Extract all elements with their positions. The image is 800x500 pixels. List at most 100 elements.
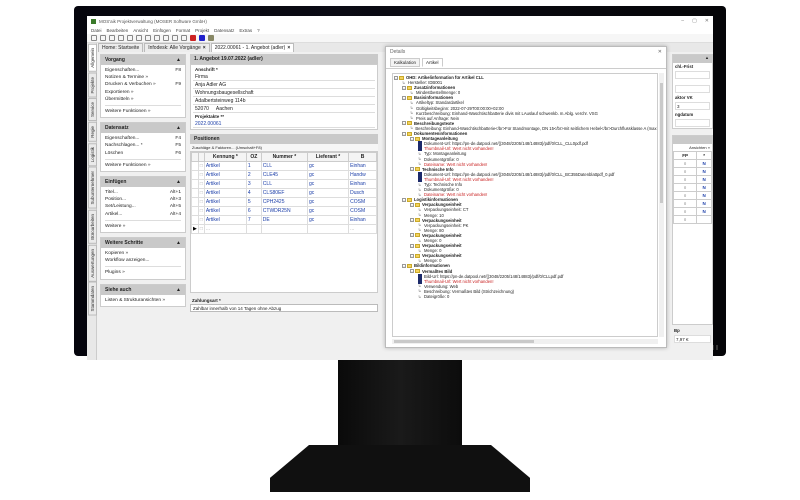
side-tab[interactable]: Allgemein [88, 44, 97, 72]
status-cell[interactable]: ○ [672, 191, 698, 200]
panel-item[interactable]: Löschen F6 [105, 150, 181, 157]
refresh-icon[interactable] [127, 35, 133, 41]
flag-cell[interactable] [696, 215, 712, 224]
grid-cell[interactable]: CLL [260, 161, 308, 171]
print-preview-icon[interactable] [163, 35, 169, 41]
menu-item[interactable]: Extras [239, 28, 252, 33]
grid-cell[interactable]: 2 [245, 170, 262, 180]
status-cell[interactable]: ○ [672, 215, 698, 224]
menu-item[interactable]: Datensatz [214, 28, 234, 33]
grid-cell[interactable]: CTWDR25N [260, 206, 308, 216]
grid-cell[interactable]: gc [306, 215, 350, 225]
address-line-3[interactable]: Wohnungsbaugesellschaft [193, 89, 375, 97]
panel-item[interactable]: Titel... Alt+1 [105, 189, 181, 196]
collapse-toggle-icon[interactable]: - [394, 75, 398, 80]
menu-item[interactable]: Ansicht [133, 28, 148, 33]
grid-cell[interactable]: Artikel [203, 179, 247, 189]
collapse-toggle-icon[interactable]: - [410, 218, 414, 223]
table-row[interactable]: ○ N [672, 199, 712, 208]
grid-cell[interactable]: Einhan [348, 161, 377, 171]
grid-cell[interactable]: 7 [245, 215, 262, 225]
collapse-toggle-icon[interactable]: - [410, 202, 414, 207]
table-row[interactable]: □ Artikel 4 CLS80EF gc Dusch [191, 188, 377, 198]
new-row[interactable]: ▶ □...... [191, 224, 377, 234]
collapse-icon[interactable]: ▲ [176, 240, 181, 246]
grid-cell[interactable]: CLE45 [260, 170, 308, 180]
table-row[interactable]: ○ N [672, 183, 712, 192]
grid-cell[interactable]: gc [306, 161, 350, 171]
flag-cell[interactable]: N [696, 191, 712, 200]
table-row[interactable]: □ Artikel 1 CLL gc Einhan [191, 161, 377, 171]
column-header[interactable]: B [348, 152, 377, 162]
grid-cell[interactable]: ... [348, 224, 377, 234]
tab-infodesk[interactable]: Infodesk: Alle Vorgänge × [144, 43, 210, 52]
collapse-toggle-icon[interactable]: - [410, 167, 414, 172]
grid-cell[interactable]: CLS80EF [260, 188, 308, 198]
grid-cell[interactable]: CLL [260, 179, 308, 189]
mail-icon[interactable] [109, 35, 115, 41]
collapse-toggle-icon[interactable]: - [402, 95, 406, 100]
table-row[interactable]: ○ N [672, 175, 712, 184]
grid-cell[interactable]: 3 [245, 179, 262, 189]
save-icon[interactable] [181, 35, 187, 41]
panel-item[interactable]: Nachschlagen... * F5 [105, 142, 181, 149]
more-functions-link[interactable]: Weitere Funktionen » [105, 162, 181, 169]
panel-item[interactable]: Listen & Strukturansichten » [105, 297, 181, 304]
status-cell[interactable]: ○ [672, 167, 698, 176]
more-functions-link[interactable]: Weitere Funktionen » [105, 108, 181, 115]
collapse-toggle-icon[interactable]: - [402, 121, 406, 126]
dialog-close-icon[interactable]: ✕ [658, 49, 662, 55]
scroll-thumb[interactable] [660, 83, 663, 203]
table-row[interactable]: ○ N [672, 191, 712, 200]
collapse-toggle-icon[interactable]: - [402, 131, 406, 136]
panel-header[interactable]: Einfügen ▲ [101, 177, 185, 188]
horizontal-scrollbar[interactable] [392, 339, 658, 344]
collapse-icon[interactable]: ▲ [176, 179, 181, 185]
panel-header[interactable]: Siehe auch ▲ [101, 284, 185, 295]
grid-cell[interactable]: Einhan [348, 215, 377, 225]
panel-header[interactable]: Datensatz ▲ [101, 123, 185, 134]
table-row[interactable]: □ Artikel 5 CPH2425 gc COSM [191, 197, 377, 207]
side-tab[interactable]: Büroarbeiten [88, 209, 97, 244]
collapse-toggle-icon[interactable]: - [410, 233, 414, 238]
grid-cell[interactable]: DE [260, 215, 308, 225]
side-tab[interactable]: Stammdaten [88, 282, 97, 316]
collapse-icon[interactable]: ▲ [176, 57, 181, 63]
tab-home[interactable]: Home: Startseite [98, 43, 144, 52]
column-header[interactable]: Lieferant * [306, 152, 350, 162]
more-functions-link[interactable]: Weitere » [105, 223, 181, 230]
arrow-up-icon[interactable] [145, 35, 151, 41]
tree-node[interactable]: ↳ Dateigröße: 0 [394, 294, 656, 299]
side-tab[interactable]: Auswertungen [88, 244, 97, 282]
grid-cell[interactable]: COSM [348, 197, 377, 207]
grid-cell[interactable]: Artikel [203, 161, 247, 171]
table-row[interactable]: □ Artikel 7 DE gc Einhan [191, 215, 377, 225]
menu-item[interactable]: Einfügen [153, 28, 171, 33]
status-cell[interactable]: ○ [672, 183, 698, 192]
grid-cell[interactable]: Artikel [203, 197, 247, 207]
collapse-icon[interactable]: ▲ [673, 55, 712, 63]
collapse-toggle-icon[interactable]: - [410, 253, 414, 258]
table-row[interactable]: □ Artikel 2 CLE45 gc Handw [191, 170, 377, 180]
maximize-button[interactable]: ▢ [692, 18, 697, 24]
table-row[interactable]: □ Artikel 3 CLL gc Einhan [191, 179, 377, 189]
undo-icon[interactable] [118, 35, 124, 41]
flag-cell[interactable]: N [696, 159, 712, 168]
close-button[interactable]: ✕ [705, 18, 709, 24]
grid-cell[interactable]: 4 [245, 188, 262, 198]
search-icon[interactable] [100, 35, 106, 41]
grid-cell[interactable]: 6 [245, 206, 262, 216]
collapse-toggle-icon[interactable]: - [410, 269, 414, 274]
deadline-field[interactable] [675, 71, 710, 79]
column-header[interactable]: OZ [245, 152, 262, 162]
grid-cell[interactable]: gc [306, 179, 350, 189]
grid-cell[interactable]: Artikel [203, 188, 247, 198]
flag-cell[interactable]: N [696, 199, 712, 208]
panel-item[interactable]: Exportieren » [105, 89, 181, 96]
panel-item[interactable]: Eigenschaften... F8 [105, 67, 181, 74]
user-olive-icon[interactable] [208, 35, 214, 41]
address-line-1[interactable]: Firma [193, 73, 375, 81]
panel-item[interactable]: Position... Alt+3 [105, 196, 181, 203]
grid-cell[interactable]: Artikel [203, 206, 247, 216]
payment-field[interactable]: Zahlbar innerhalb von 14 Tagen ohne Abzu… [190, 304, 378, 312]
